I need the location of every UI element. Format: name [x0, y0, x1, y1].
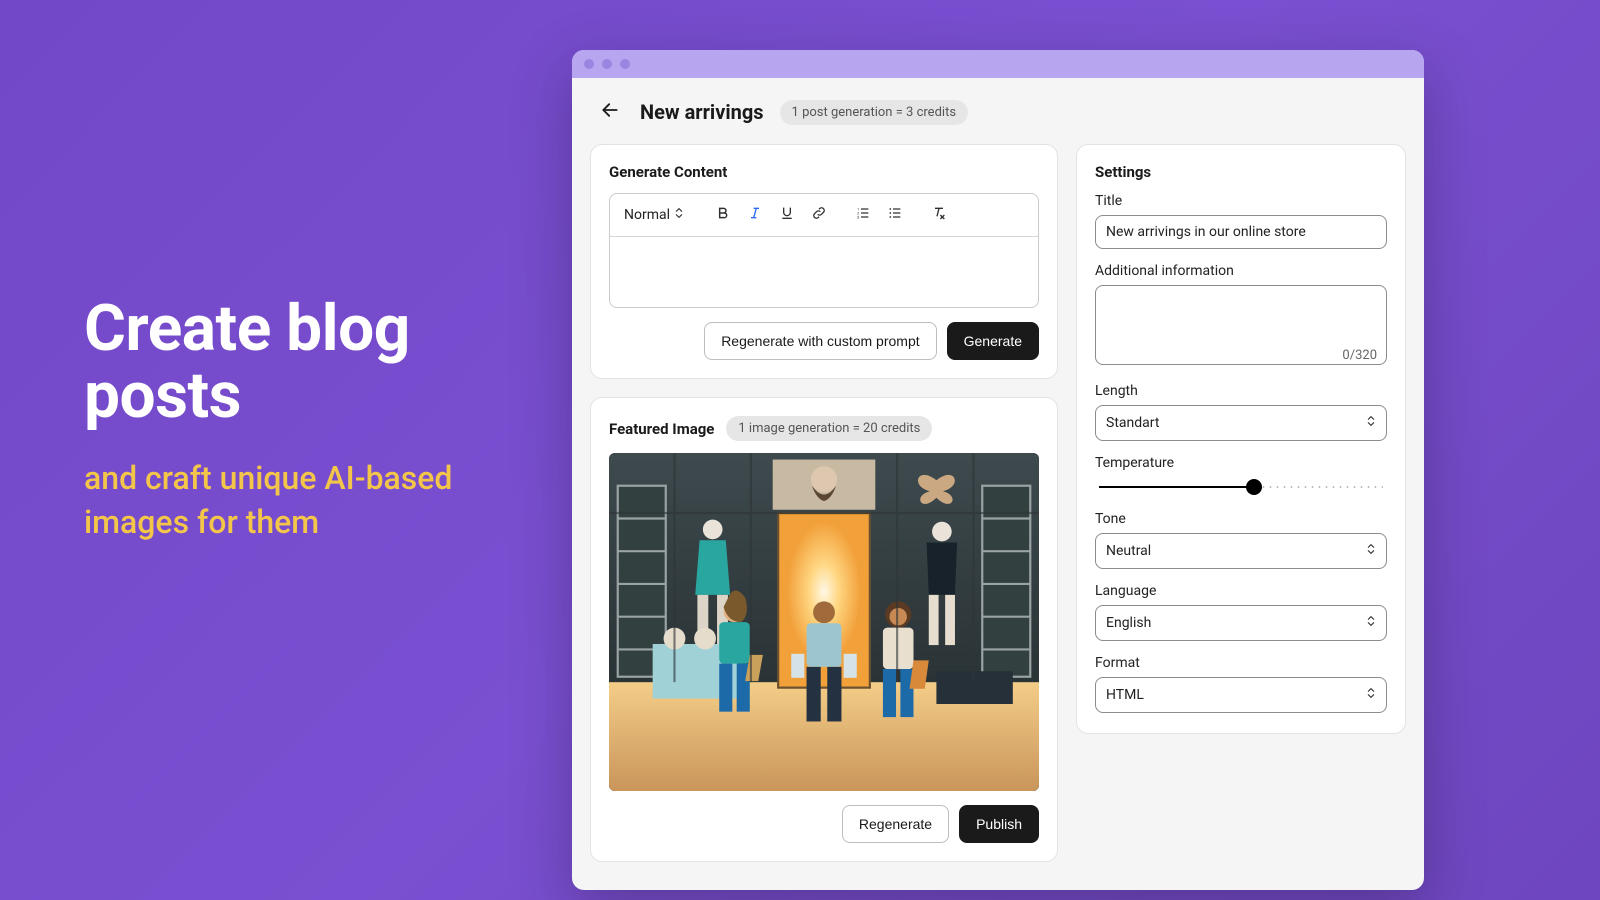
- italic-button[interactable]: [742, 202, 768, 228]
- svg-text:3: 3: [857, 214, 859, 219]
- format-label: Format: [1095, 655, 1387, 671]
- tone-select[interactable]: Neutral: [1095, 533, 1387, 569]
- arrow-left-icon: [600, 100, 620, 124]
- generate-button[interactable]: Generate: [947, 322, 1039, 360]
- publish-button[interactable]: Publish: [959, 805, 1039, 843]
- marketing-headline: Create blog posts: [84, 295, 524, 429]
- editor-toolbar: Normal 123: [610, 194, 1038, 237]
- window-titlebar: [572, 50, 1424, 78]
- format-select-label: Normal: [624, 207, 670, 223]
- back-button[interactable]: [596, 98, 624, 126]
- traffic-light-zoom-icon[interactable]: [620, 59, 630, 69]
- slider-fill: [1099, 486, 1254, 488]
- unordered-list-button[interactable]: [882, 202, 908, 228]
- temperature-slider[interactable]: [1095, 477, 1387, 497]
- chevron-updown-icon: [1366, 414, 1376, 432]
- generate-content-card: Generate Content Normal: [590, 144, 1058, 379]
- bold-icon: [715, 205, 731, 225]
- underline-icon: [779, 205, 795, 225]
- length-select[interactable]: Standart: [1095, 405, 1387, 441]
- chevron-updown-icon: [1366, 542, 1376, 560]
- underline-button[interactable]: [774, 202, 800, 228]
- clear-format-icon: [931, 205, 947, 225]
- ordered-list-button[interactable]: 123: [850, 202, 876, 228]
- traffic-light-minimize-icon[interactable]: [602, 59, 612, 69]
- featured-image[interactable]: [609, 453, 1039, 791]
- title-label: Title: [1095, 193, 1387, 209]
- length-label: Length: [1095, 383, 1387, 399]
- traffic-light-close-icon[interactable]: [584, 59, 594, 69]
- chevron-updown-icon: [1366, 614, 1376, 632]
- chevron-updown-icon: [674, 206, 684, 224]
- italic-icon: [747, 205, 763, 225]
- regenerate-custom-button[interactable]: Regenerate with custom prompt: [704, 322, 936, 360]
- bold-button[interactable]: [710, 202, 736, 228]
- language-value: English: [1106, 615, 1151, 631]
- format-select[interactable]: HTML: [1095, 677, 1387, 713]
- title-input[interactable]: [1095, 215, 1387, 249]
- temperature-label: Temperature: [1095, 455, 1387, 471]
- ordered-list-icon: 123: [855, 205, 871, 225]
- editor-body[interactable]: [610, 237, 1038, 307]
- link-icon: [811, 205, 827, 225]
- format-select[interactable]: Normal: [620, 204, 688, 226]
- additional-info-label: Additional information: [1095, 263, 1387, 279]
- language-select[interactable]: English: [1095, 605, 1387, 641]
- credits-pill: 1 image generation = 20 credits: [726, 416, 932, 441]
- card-heading: Settings: [1095, 163, 1387, 181]
- chevron-updown-icon: [1366, 686, 1376, 704]
- rich-text-editor: Normal 123: [609, 193, 1039, 308]
- app-window: New arrivings 1 post generation = 3 cred…: [572, 50, 1424, 890]
- language-label: Language: [1095, 583, 1387, 599]
- regenerate-button[interactable]: Regenerate: [842, 805, 949, 843]
- page-title: New arrivings: [640, 100, 764, 124]
- tone-label: Tone: [1095, 511, 1387, 527]
- slider-thumb[interactable]: [1246, 479, 1262, 495]
- settings-card: Settings Title Additional information 0/…: [1076, 144, 1406, 734]
- card-heading: Generate Content: [609, 163, 1039, 181]
- featured-image-card: Featured Image 1 image generation = 20 c…: [590, 397, 1058, 862]
- unordered-list-icon: [887, 205, 903, 225]
- credits-pill: 1 post generation = 3 credits: [780, 100, 968, 125]
- link-button[interactable]: [806, 202, 832, 228]
- marketing-subline: and craft unique AI-based images for the…: [84, 457, 524, 543]
- marketing-copy: Create blog posts and craft unique AI-ba…: [84, 295, 524, 544]
- tone-value: Neutral: [1106, 543, 1151, 559]
- length-value: Standart: [1106, 415, 1159, 431]
- card-heading: Featured Image: [609, 420, 714, 438]
- format-value: HTML: [1106, 687, 1144, 703]
- char-counter: 0/320: [1342, 348, 1377, 363]
- clear-format-button[interactable]: [926, 202, 952, 228]
